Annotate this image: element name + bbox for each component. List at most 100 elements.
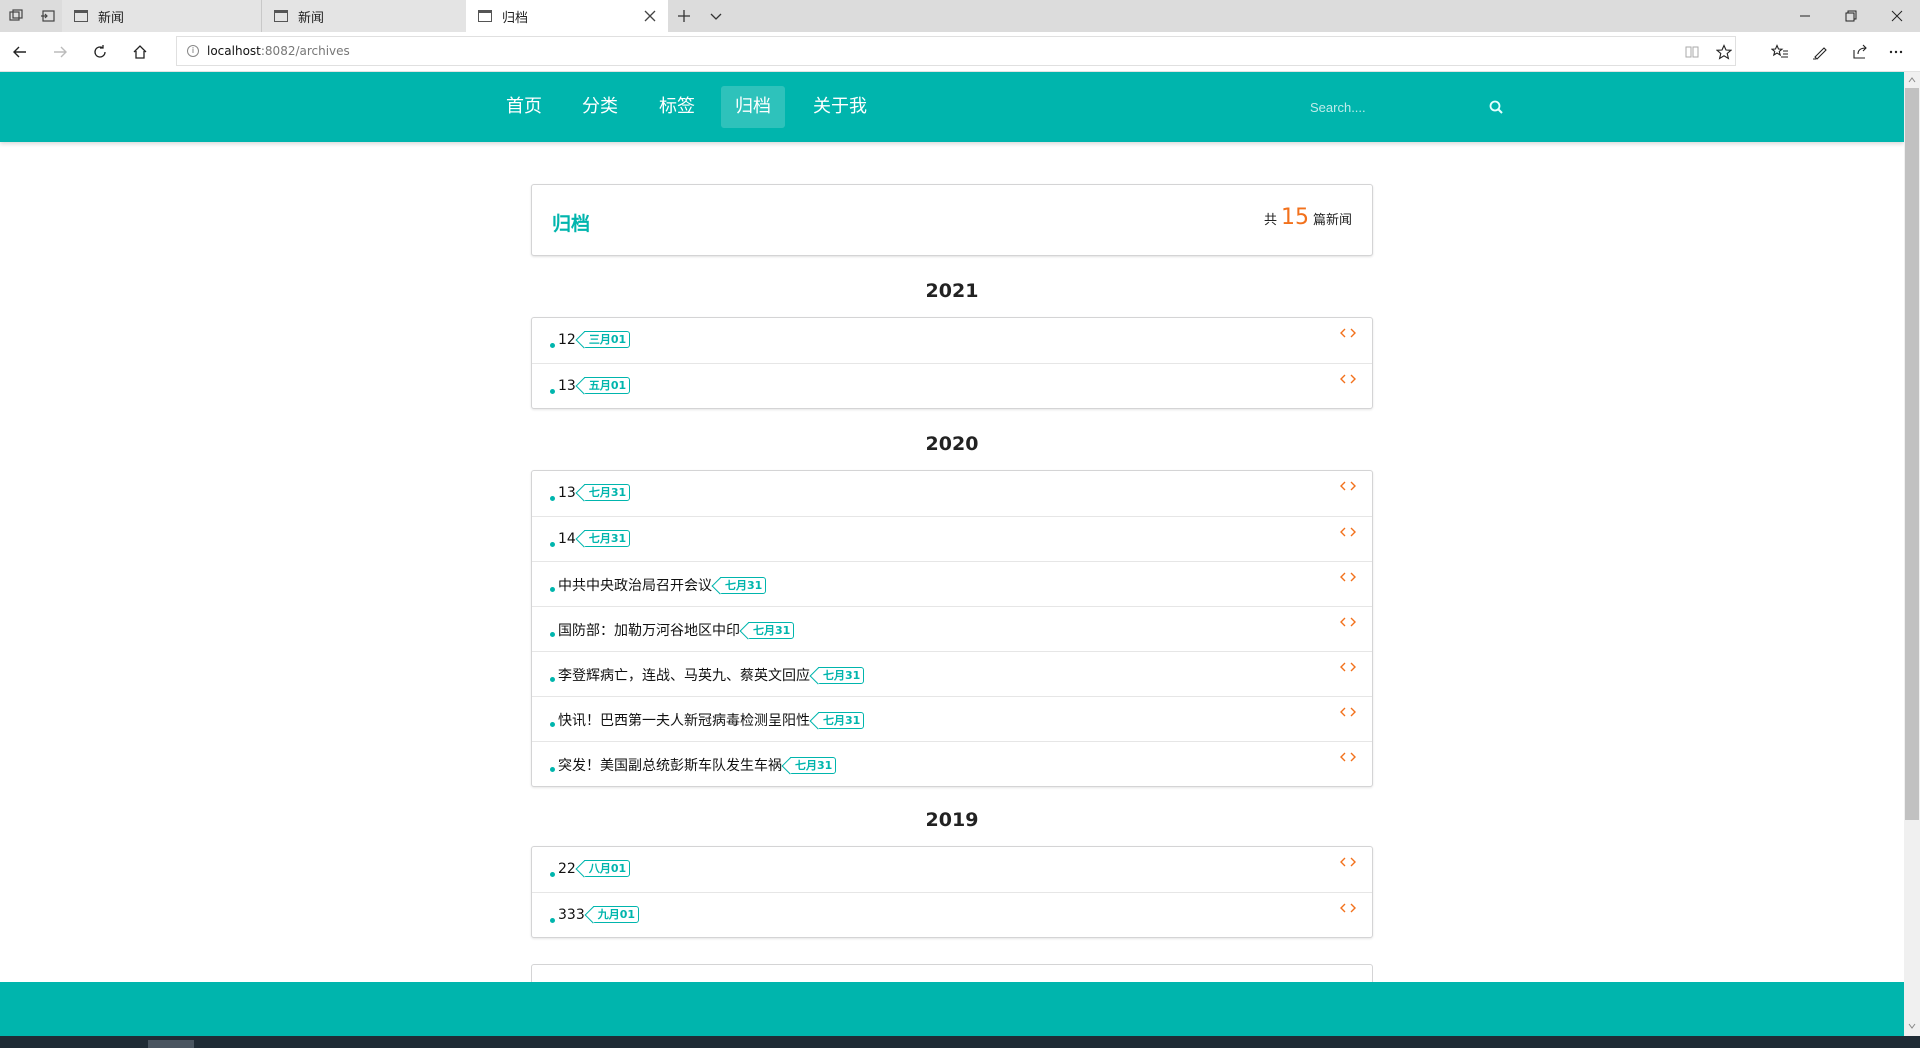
nav-item-category[interactable]: 分类 [568, 86, 632, 128]
set-aside-tabs-icon[interactable] [40, 8, 56, 24]
article-title[interactable]: 快讯！巴西第一夫人新冠病毒检测呈阳性 [558, 713, 810, 729]
search-input[interactable] [1310, 92, 1510, 122]
browser-tab-2[interactable]: 新闻 [262, 0, 466, 32]
back-button[interactable] [8, 40, 32, 64]
date-tag: 七月31 [818, 712, 865, 729]
page-title: 归档 [552, 213, 591, 235]
tab-label: 归档 [502, 10, 529, 26]
page-viewport: 首页 分类 标签 归档 关于我 归档 共 15 篇新闻 2021 12 三月01 … [0, 72, 1904, 1036]
reading-view-button[interactable] [1680, 40, 1704, 64]
favorite-button[interactable] [1712, 40, 1736, 64]
archive-item[interactable]: 国防部：加勒万河谷地区中印 七月31 [532, 606, 1372, 651]
date-tag: 七月31 [583, 530, 631, 547]
bullet-dot [550, 767, 555, 772]
article-title[interactable]: 李登辉病亡，连战、马英九、蔡英文回应 [558, 668, 810, 684]
archive-item[interactable]: 13 七月31 [532, 471, 1372, 516]
more-button[interactable] [1884, 40, 1908, 64]
article-title[interactable]: 13 [558, 485, 576, 501]
archive-item[interactable]: 22 八月01 [532, 847, 1372, 892]
date-tag: 七月31 [720, 577, 767, 594]
nav-item-label: 归档 [735, 96, 771, 117]
book-icon [1685, 46, 1699, 58]
archive-item[interactable]: 突发！美国副总统彭斯车队发生车祸 七月31 [532, 741, 1372, 786]
article-title[interactable]: 22 [558, 861, 576, 877]
browser-tab-3[interactable]: 归档 [466, 0, 668, 32]
article-title[interactable]: 14 [558, 531, 576, 547]
minimize-icon [1800, 15, 1810, 17]
url-host: localhost [207, 44, 261, 58]
article-title[interactable]: 国防部：加勒万河谷地区中印 [558, 623, 740, 639]
bullet-dot [550, 542, 555, 547]
scrollbar-thumb[interactable] [1905, 88, 1919, 820]
date-tag: 七月31 [818, 667, 865, 684]
archive-item[interactable]: 12 三月01 [532, 318, 1372, 363]
share-button[interactable] [1848, 40, 1872, 64]
archive-item[interactable]: 快讯！巴西第一夫人新冠病毒检测呈阳性 七月31 [532, 696, 1372, 741]
nav-item-archives[interactable]: 归档 [721, 86, 785, 128]
bullet-dot [550, 389, 555, 394]
pen-icon [1813, 47, 1827, 60]
restore-button[interactable] [1828, 0, 1874, 32]
home-icon [133, 45, 147, 59]
url-path: :8082/archives [260, 44, 350, 58]
nav-item-home[interactable]: 首页 [492, 86, 556, 128]
nav-item-about[interactable]: 关于我 [799, 86, 881, 128]
new-tab-icon[interactable] [676, 8, 692, 24]
archive-item[interactable]: 333 九月01 [532, 892, 1372, 937]
date-tag: 八月01 [583, 860, 631, 877]
article-title[interactable]: 333 [558, 907, 585, 923]
close-tab-icon[interactable] [642, 8, 658, 24]
archive-item[interactable]: 中共中央政治局召开会议 七月31 [532, 561, 1372, 606]
year-heading: 2020 [925, 433, 979, 455]
date-tag: 三月01 [583, 331, 631, 348]
code-icon [1340, 617, 1356, 627]
close-window-button[interactable] [1874, 0, 1920, 32]
count-suffix: 篇新闻 [1312, 213, 1352, 228]
scroll-down-icon[interactable] [1908, 1022, 1916, 1030]
url-field[interactable]: i localhost:8082/archives [176, 36, 1736, 66]
archive-item[interactable]: 13 五月01 [532, 363, 1372, 408]
nav-item-tags[interactable]: 标签 [645, 86, 709, 128]
minimize-button[interactable] [1782, 0, 1828, 32]
nav-item-label: 分类 [582, 96, 618, 117]
date-tag: 七月31 [583, 484, 631, 501]
code-icon [1340, 707, 1356, 717]
article-title[interactable]: 中共中央政治局召开会议 [558, 578, 712, 594]
browser-tab-1[interactable]: 新闻 [62, 0, 262, 32]
chevron-down-icon[interactable] [708, 8, 724, 24]
nav-item-label: 标签 [659, 96, 695, 117]
article-title[interactable]: 12 [558, 332, 576, 348]
tab-actions-icon[interactable] [8, 8, 24, 24]
forward-button[interactable] [48, 40, 72, 64]
code-icon [1340, 374, 1356, 384]
code-icon [1340, 481, 1356, 491]
search-icon[interactable] [1488, 99, 1504, 115]
star-icon [1716, 44, 1732, 60]
bullet-dot [550, 496, 555, 501]
article-title[interactable]: 13 [558, 378, 576, 394]
bullet-dot [550, 918, 555, 923]
article-title[interactable]: 突发！美国副总统彭斯车队发生车祸 [558, 758, 782, 774]
date-tag: 七月31 [790, 757, 837, 774]
scroll-up-icon[interactable] [1908, 76, 1916, 84]
web-note-button[interactable] [1808, 40, 1832, 64]
site-navbar: 首页 分类 标签 归档 关于我 [0, 72, 1904, 142]
browser-address-bar: i localhost:8082/archives [0, 32, 1920, 72]
nav-item-label: 关于我 [813, 96, 867, 117]
site-info-icon[interactable]: i [187, 45, 199, 57]
nav-item-label: 首页 [506, 96, 542, 117]
os-taskbar [0, 1036, 1920, 1048]
page-scrollbar[interactable] [1904, 72, 1920, 1036]
tab-label: 新闻 [98, 10, 125, 26]
taskbar-app[interactable] [148, 1040, 194, 1048]
home-button[interactable] [128, 40, 152, 64]
archive-item[interactable]: 14 七月31 [532, 516, 1372, 561]
arrow-right-icon [54, 46, 67, 58]
bullet-dot [550, 872, 555, 877]
count-prefix: 共 [1263, 213, 1277, 228]
favorites-hub-button[interactable] [1768, 40, 1792, 64]
refresh-button[interactable] [88, 40, 112, 64]
year-heading: 2021 [925, 280, 979, 302]
archive-item[interactable]: 李登辉病亡，连战、马英九、蔡英文回应 七月31 [532, 651, 1372, 696]
year-list-2021: 12 三月01 13 五月01 [531, 317, 1373, 409]
